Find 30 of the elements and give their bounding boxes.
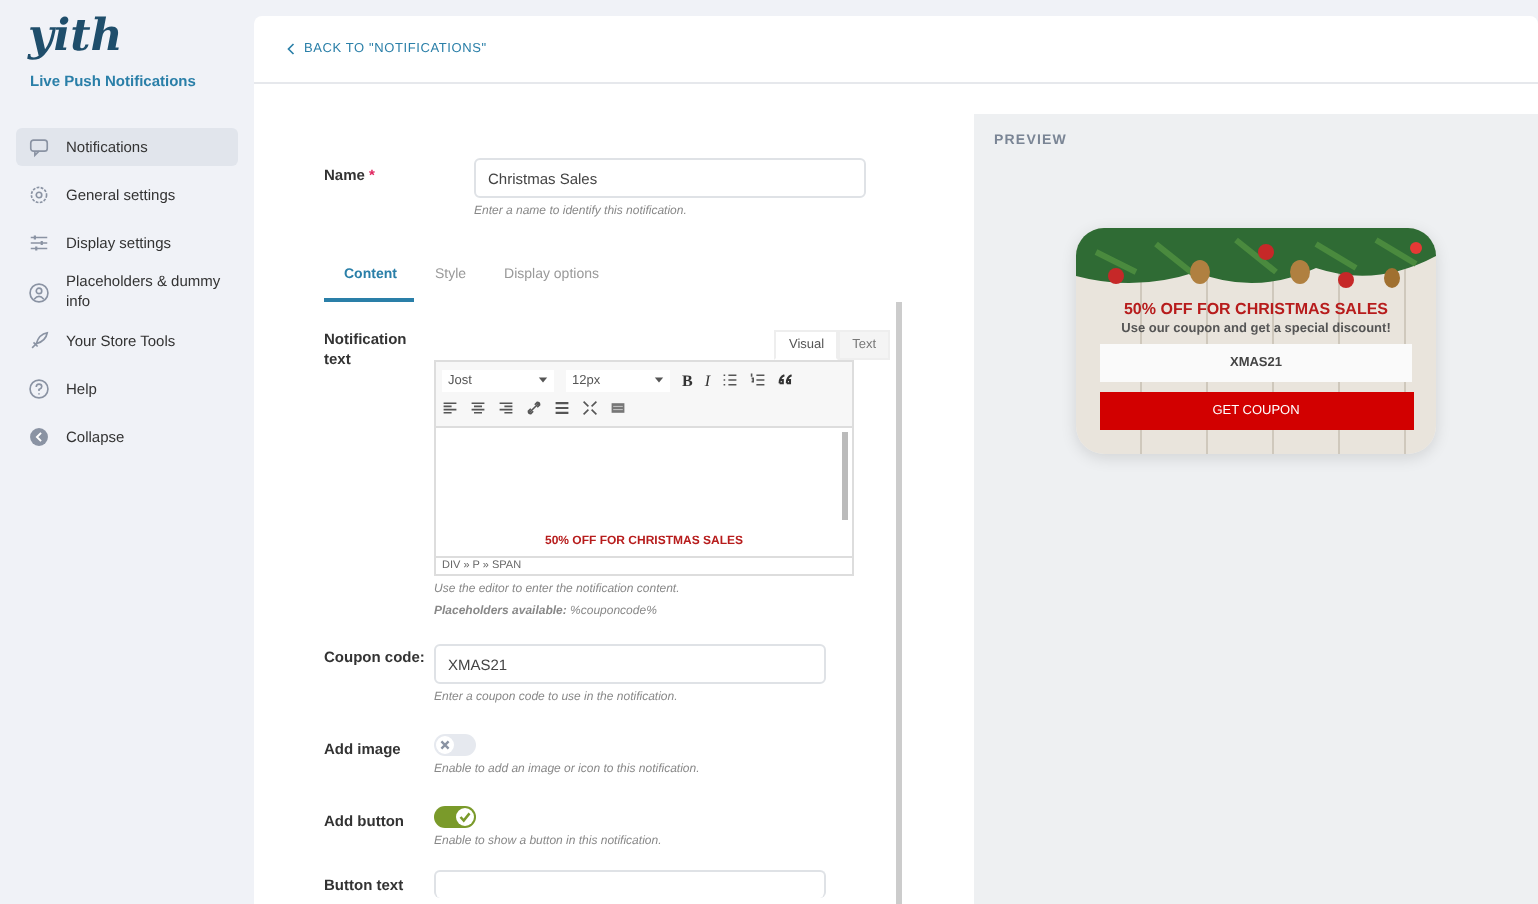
help-icon <box>28 378 50 400</box>
align-left-icon[interactable] <box>442 400 458 416</box>
close-icon <box>436 736 454 754</box>
chat-icon <box>28 136 50 158</box>
toggle-switch[interactable] <box>434 734 476 756</box>
scrollbar <box>842 432 848 520</box>
check-icon <box>456 808 474 826</box>
numbered-list-icon[interactable] <box>750 372 767 388</box>
chevron-left-icon <box>286 42 296 56</box>
caret-icon <box>654 376 664 384</box>
caret-icon <box>538 376 548 384</box>
user-icon <box>28 281 50 303</box>
bold-button[interactable]: B <box>682 371 693 389</box>
yith-logo: yith <box>25 12 125 60</box>
align-center-icon[interactable] <box>470 400 486 416</box>
settings-icon <box>28 184 50 206</box>
sliders-icon <box>28 232 50 254</box>
rocket-icon <box>28 330 50 352</box>
align-right-icon[interactable] <box>498 400 514 416</box>
button-text-field[interactable] <box>434 870 826 898</box>
collapse-icon <box>28 426 50 448</box>
link-icon[interactable] <box>526 400 542 416</box>
preview-title: 50% OFF FOR CHRISTMAS SALES <box>1123 300 1388 318</box>
toolbar-toggle-icon[interactable] <box>610 400 626 416</box>
read-more-icon[interactable] <box>554 400 570 416</box>
italic-button[interactable]: I <box>704 371 711 389</box>
toggle-switch[interactable] <box>434 806 476 828</box>
bullet-list-icon[interactable] <box>722 372 739 388</box>
fullscreen-icon[interactable] <box>582 400 598 416</box>
quote-icon[interactable] <box>778 372 795 388</box>
